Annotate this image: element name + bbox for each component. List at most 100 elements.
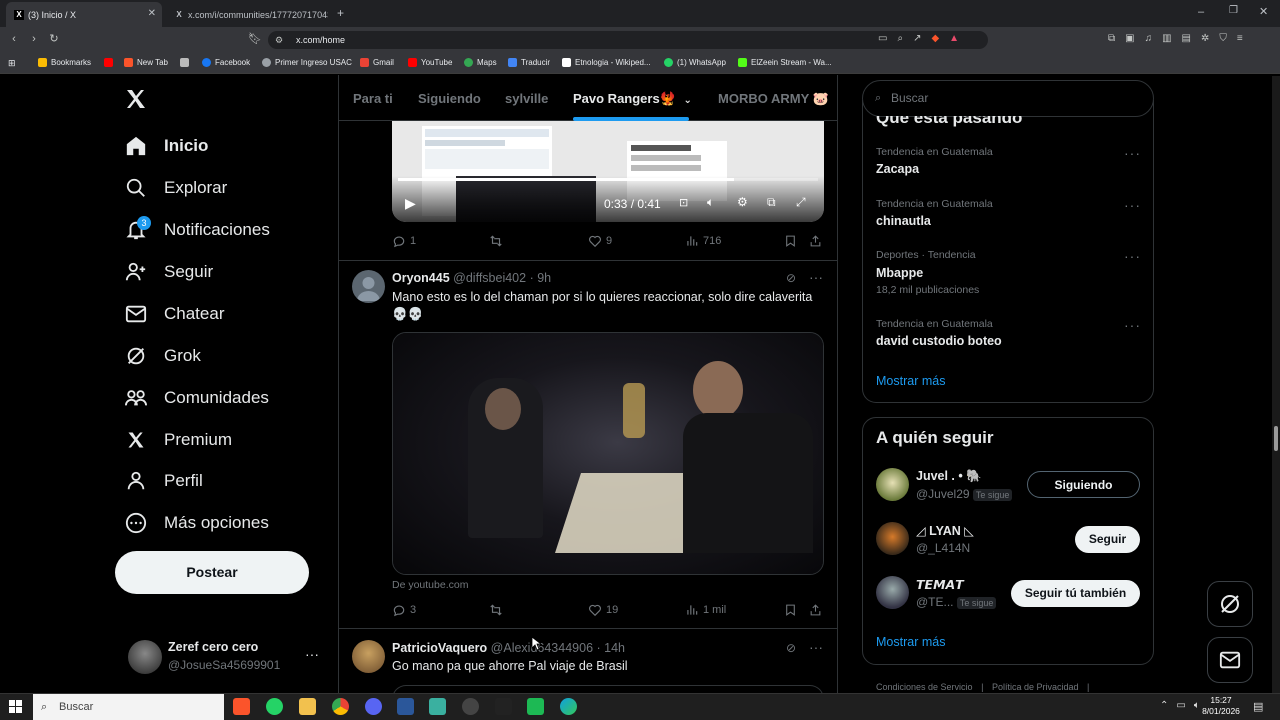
video-progress-bar[interactable] bbox=[398, 178, 818, 181]
avatar[interactable] bbox=[352, 270, 385, 303]
media-thumbnail[interactable] bbox=[392, 332, 824, 575]
notification-center-icon[interactable]: ▤ bbox=[1253, 700, 1263, 713]
nav-item-comunidades[interactable]: Comunidades bbox=[124, 383, 269, 413]
nav-item-seguir[interactable]: Seguir bbox=[124, 257, 213, 287]
maximize-icon[interactable]: ❐ bbox=[1229, 5, 1238, 16]
trend-name[interactable]: Zacapa bbox=[876, 162, 919, 176]
file-explorer-taskbar-icon[interactable] bbox=[299, 698, 316, 715]
repost-button[interactable] bbox=[488, 603, 508, 617]
extensions-icon[interactable]: ⧉ bbox=[1108, 33, 1115, 44]
nav-item-chatear[interactable]: Chatear bbox=[124, 299, 224, 329]
app-taskbar-icon[interactable] bbox=[429, 698, 446, 715]
wallet-icon[interactable]: ▣ bbox=[1125, 33, 1134, 44]
more-icon[interactable]: ··· bbox=[1124, 145, 1141, 161]
messages-floating-button[interactable] bbox=[1207, 637, 1253, 683]
share-icon[interactable]: ↗ bbox=[913, 33, 921, 44]
whatsapp-taskbar-icon[interactable] bbox=[266, 698, 283, 715]
bookmark-item[interactable]: Facebook bbox=[202, 58, 250, 67]
chrome-taskbar-icon[interactable] bbox=[332, 698, 349, 715]
wallet-2-icon[interactable]: ▤ bbox=[1182, 33, 1191, 44]
media-source[interactable]: De youtube.com bbox=[392, 579, 468, 591]
suggestion-name[interactable]: 𝙏𝙀𝙈𝘼𝙏 bbox=[916, 577, 964, 592]
leo-icon[interactable]: ✲ bbox=[1201, 33, 1209, 44]
edge-taskbar-icon[interactable] bbox=[560, 698, 577, 715]
nav-item-notificaciones[interactable]: 3 Notificaciones bbox=[124, 215, 270, 245]
nav-item-grok[interactable]: Grok bbox=[124, 341, 201, 371]
windows-start-icon[interactable] bbox=[9, 700, 22, 713]
volume-icon[interactable]: 🔈︎ bbox=[707, 195, 714, 210]
like-button[interactable]: 9 bbox=[588, 234, 612, 248]
tab-pavo-rangers[interactable]: Pavo Rangers🐦‍🔥 ⌄ bbox=[573, 91, 692, 107]
bookmark-item[interactable]: New Tab bbox=[124, 58, 168, 67]
taskbar-search-input[interactable]: ⌕ Buscar bbox=[33, 694, 224, 720]
discord-taskbar-icon[interactable] bbox=[365, 698, 382, 715]
audio-taskbar-icon[interactable] bbox=[495, 698, 512, 715]
bookmark-item[interactable] bbox=[180, 58, 193, 67]
bookmark-item[interactable]: YouTube bbox=[408, 58, 452, 67]
author-name[interactable]: Oryon445 bbox=[392, 271, 450, 285]
x-logo-icon[interactable] bbox=[124, 87, 148, 116]
captions-icon[interactable]: ⊡ bbox=[679, 196, 688, 209]
suggestion-name[interactable]: ◿ LYAN ◺ bbox=[916, 523, 974, 538]
share-button[interactable] bbox=[809, 234, 826, 248]
new-tab-icon[interactable]: + bbox=[337, 6, 344, 20]
tab-siguiendo[interactable]: Siguiendo bbox=[418, 91, 481, 106]
post-button[interactable]: Postear bbox=[115, 551, 309, 594]
views-button[interactable]: 716 bbox=[685, 234, 721, 248]
bookmark-page-icon[interactable]: 🔖︎ bbox=[248, 33, 262, 45]
reply-button[interactable]: 3 bbox=[392, 603, 416, 617]
browser-tab-active[interactable]: X (3) Inicio / X ✕ bbox=[6, 2, 162, 27]
avatar[interactable] bbox=[876, 522, 909, 555]
app-2-taskbar-icon[interactable] bbox=[527, 698, 544, 715]
tweet-time[interactable]: · 9h bbox=[530, 271, 552, 285]
menu-icon[interactable]: ≡ bbox=[1237, 33, 1243, 44]
footer-link[interactable]: Condiciones de Servicio bbox=[876, 682, 973, 692]
tab-sylville[interactable]: sylville bbox=[505, 91, 548, 106]
bookmark-item[interactable]: Etnologia - Wikiped... bbox=[562, 58, 651, 67]
nav-item-perfil[interactable]: Perfil bbox=[124, 466, 203, 496]
views-button[interactable]: 1 mil bbox=[685, 603, 726, 617]
avatar[interactable] bbox=[876, 576, 909, 609]
screen-cast-icon[interactable]: ▭ bbox=[878, 33, 887, 44]
bookmark-button[interactable] bbox=[784, 603, 801, 617]
repost-button[interactable] bbox=[488, 234, 508, 248]
tab-para-ti[interactable]: Para ti bbox=[353, 91, 393, 106]
page-scrollbar[interactable] bbox=[1272, 76, 1280, 693]
network-icon[interactable]: ▭ bbox=[1176, 700, 1185, 711]
suggestion-name[interactable]: Juvel . • 🐘 bbox=[916, 469, 982, 484]
show-more-suggestions-link[interactable]: Mostrar más bbox=[876, 635, 945, 649]
grok-floating-button[interactable] bbox=[1207, 581, 1253, 627]
zoom-icon[interactable]: ⌕ bbox=[897, 33, 903, 44]
nav-item-premium[interactable]: Premium bbox=[124, 425, 232, 455]
author-handle[interactable]: @diffsbei402 bbox=[453, 271, 526, 285]
trend-name[interactable]: Mbappe bbox=[876, 266, 923, 280]
nav-item-inicio[interactable]: Inicio bbox=[124, 131, 208, 161]
show-more-trends-link[interactable]: Mostrar más bbox=[876, 374, 945, 388]
grok-explain-icon[interactable]: ⊘ bbox=[786, 271, 796, 285]
more-icon[interactable]: ··· bbox=[809, 269, 823, 285]
reload-icon[interactable]: ↻ bbox=[48, 33, 60, 45]
nav-item-mas-opciones[interactable]: Más opciones bbox=[124, 508, 269, 538]
browser-tab[interactable]: X x.com/i/communities/177720717043... bbox=[166, 2, 332, 27]
tweet-time[interactable]: · 14h bbox=[597, 641, 626, 655]
more-icon[interactable]: ··· bbox=[1124, 317, 1141, 333]
back-icon[interactable]: ‹ bbox=[8, 33, 20, 45]
bookmark-item[interactable]: Gmail bbox=[360, 58, 394, 67]
like-button[interactable]: 19 bbox=[588, 603, 618, 617]
trend-name[interactable]: david custodio boteo bbox=[876, 334, 1002, 348]
close-tab-icon[interactable]: ✕ bbox=[148, 8, 156, 19]
bookmark-item[interactable]: Traducir bbox=[508, 58, 550, 67]
pip-icon[interactable]: ⧉ bbox=[767, 195, 776, 210]
follow-button[interactable]: Seguir bbox=[1075, 526, 1140, 553]
scrollbar-thumb[interactable] bbox=[1274, 426, 1278, 451]
more-icon[interactable]: ··· bbox=[1124, 248, 1141, 264]
bookmark-item[interactable] bbox=[104, 58, 117, 67]
avatar[interactable] bbox=[352, 640, 385, 673]
bookmark-item[interactable]: Primer Ingreso USAC bbox=[262, 58, 352, 67]
bookmark-item[interactable]: ElZeein Stream - Wa... bbox=[738, 58, 832, 67]
forward-icon[interactable]: › bbox=[28, 33, 40, 45]
brave-rewards-icon[interactable]: ▲ bbox=[949, 33, 959, 44]
bookmark-item[interactable]: (1) WhatsApp bbox=[664, 58, 726, 67]
sidebar-icon[interactable]: ▥ bbox=[1162, 33, 1171, 44]
vpn-icon[interactable]: ⛉ bbox=[1219, 33, 1227, 44]
